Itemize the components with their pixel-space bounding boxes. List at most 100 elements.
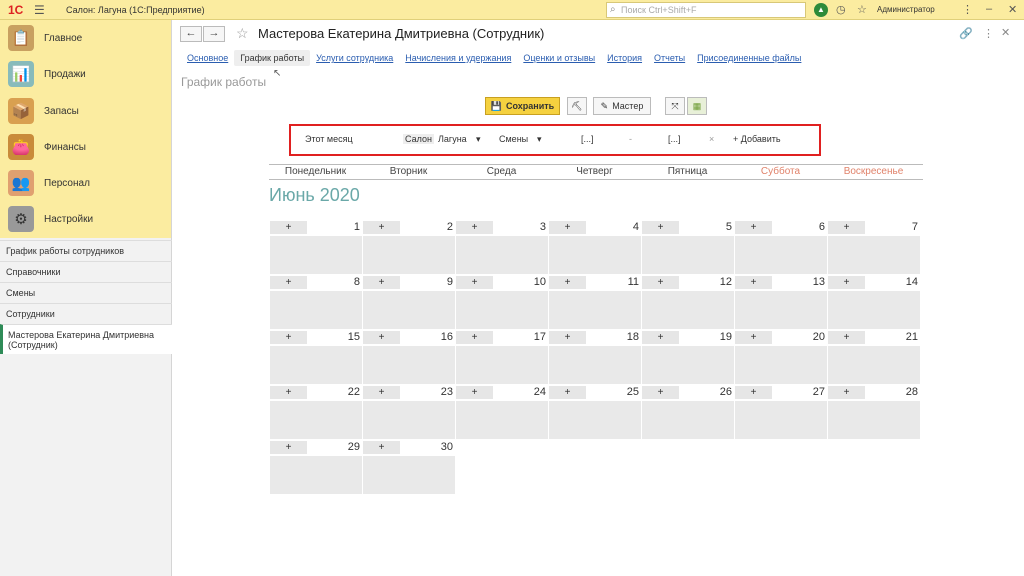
day-cell[interactable]: +10 — [456, 276, 548, 329]
current-user[interactable]: Администратор — [877, 5, 935, 14]
add-shift-button[interactable]: + — [270, 386, 307, 399]
day-cell[interactable]: +9 — [363, 276, 455, 329]
day-shift-area[interactable] — [549, 346, 641, 384]
day-shift-area[interactable] — [549, 291, 641, 329]
day-cell[interactable]: +14 — [828, 276, 920, 329]
day-cell[interactable]: +21 — [828, 331, 920, 384]
nav-finance[interactable]: 👛 Финансы — [8, 133, 168, 161]
nav-stock[interactable]: 📦 Запасы — [8, 97, 168, 125]
close-icon[interactable]: ✕ — [1008, 3, 1017, 16]
shifts-filter[interactable]: Смены — [499, 134, 528, 144]
date-to[interactable]: [...] — [668, 134, 681, 144]
day-shift-area[interactable] — [363, 456, 455, 494]
nav-sales[interactable]: 📊 Продажи — [8, 60, 168, 88]
add-shift-button[interactable]: + — [549, 221, 586, 234]
add-shift-button[interactable]: + — [642, 221, 679, 234]
day-cell[interactable]: +18 — [549, 331, 641, 384]
day-shift-area[interactable] — [735, 236, 827, 274]
day-cell[interactable]: +22 — [270, 386, 362, 439]
more-icon[interactable]: ⋮ — [962, 3, 973, 16]
link-staff-schedule[interactable]: График работы сотрудников — [0, 240, 172, 261]
history-icon[interactable]: ◷ — [836, 3, 846, 16]
add-shift-button[interactable]: + — [642, 276, 679, 289]
salon-filter-value[interactable]: Лагуна — [438, 134, 467, 144]
day-shift-area[interactable] — [642, 291, 734, 329]
add-shift-button[interactable]: + — [270, 276, 307, 289]
link-icon[interactable]: 🔗 — [959, 27, 973, 40]
day-shift-area[interactable] — [270, 401, 362, 439]
minimize-icon[interactable]: – — [986, 3, 992, 15]
forward-button[interactable]: → — [203, 26, 225, 42]
day-cell[interactable]: +24 — [456, 386, 548, 439]
close-form-icon[interactable]: ✕ — [1001, 26, 1010, 39]
add-shift-button[interactable]: + — [456, 386, 493, 399]
day-shift-area[interactable] — [735, 401, 827, 439]
add-shift-button[interactable]: + — [549, 276, 586, 289]
day-shift-area[interactable] — [642, 401, 734, 439]
grid-view-button[interactable]: ▦ — [687, 97, 707, 115]
day-shift-area[interactable] — [456, 346, 548, 384]
day-shift-area[interactable] — [270, 456, 362, 494]
day-shift-area[interactable] — [828, 401, 920, 439]
add-shift-button[interactable]: + — [363, 221, 400, 234]
add-shift-button[interactable]: + — [828, 331, 865, 344]
day-cell[interactable]: +5 — [642, 221, 734, 274]
day-cell[interactable]: +28 — [828, 386, 920, 439]
link-current-employee[interactable]: Мастерова Екатерина Дмитриевна (Сотрудни… — [0, 324, 172, 354]
tab-main[interactable]: Основное — [181, 50, 234, 66]
add-shift-button[interactable]: + — [642, 331, 679, 344]
tab-reviews[interactable]: Оценки и отзывы — [517, 50, 601, 66]
day-cell[interactable]: +15 — [270, 331, 362, 384]
add-shift-button[interactable]: + — [735, 386, 772, 399]
day-shift-area[interactable] — [735, 346, 827, 384]
day-shift-area[interactable] — [828, 346, 920, 384]
day-shift-area[interactable] — [549, 401, 641, 439]
favorite-star-icon[interactable]: ☆ — [236, 25, 249, 42]
link-directories[interactable]: Справочники — [0, 261, 172, 282]
day-shift-area[interactable] — [828, 291, 920, 329]
back-button[interactable]: ← — [180, 26, 202, 42]
tab-accruals[interactable]: Начисления и удержания — [399, 50, 517, 66]
menu-icon[interactable]: ☰ — [34, 3, 50, 17]
nav-staff[interactable]: 👥 Персонал — [8, 169, 168, 197]
add-shift-button[interactable]: + — [456, 221, 493, 234]
day-cell[interactable]: +11 — [549, 276, 641, 329]
add-shift-button[interactable]: + — [735, 221, 772, 234]
nav-main[interactable]: 📋 Главное — [8, 24, 168, 52]
tab-history[interactable]: История — [601, 50, 648, 66]
day-cell[interactable]: +8 — [270, 276, 362, 329]
day-cell[interactable]: +26 — [642, 386, 734, 439]
day-cell[interactable]: +3 — [456, 221, 548, 274]
clear-icon[interactable]: × — [709, 134, 714, 144]
day-shift-area[interactable] — [363, 291, 455, 329]
add-shift-button[interactable]: + — [363, 331, 400, 344]
expand-button[interactable]: ⤧ — [665, 97, 685, 115]
day-cell[interactable]: +27 — [735, 386, 827, 439]
link-shifts[interactable]: Смены — [0, 282, 172, 303]
add-shift-button[interactable]: + — [735, 331, 772, 344]
add-shift-button[interactable]: + — [270, 221, 307, 234]
day-shift-area[interactable] — [456, 401, 548, 439]
day-shift-area[interactable] — [270, 346, 362, 384]
day-cell[interactable]: +1 — [270, 221, 362, 274]
fill-button[interactable]: ⛏ — [567, 97, 587, 115]
master-button[interactable]: ✎ Мастер — [593, 97, 651, 115]
more-actions-icon[interactable]: ⋮ — [983, 27, 994, 40]
day-shift-area[interactable] — [642, 236, 734, 274]
add-shift-button[interactable]: + — [270, 331, 307, 344]
day-cell[interactable]: +23 — [363, 386, 455, 439]
day-shift-area[interactable] — [828, 236, 920, 274]
day-cell[interactable]: +7 — [828, 221, 920, 274]
tab-services[interactable]: Услуги сотрудника — [310, 50, 399, 66]
add-button[interactable]: + Добавить — [733, 134, 781, 144]
day-cell[interactable]: +12 — [642, 276, 734, 329]
day-shift-area[interactable] — [363, 346, 455, 384]
add-shift-button[interactable]: + — [456, 331, 493, 344]
day-shift-area[interactable] — [363, 401, 455, 439]
search-input[interactable]: ⌕ Поиск Ctrl+Shift+F — [606, 2, 806, 18]
day-cell[interactable]: +6 — [735, 221, 827, 274]
day-cell[interactable]: +29 — [270, 441, 362, 494]
day-shift-area[interactable] — [456, 291, 548, 329]
day-shift-area[interactable] — [270, 236, 362, 274]
add-shift-button[interactable]: + — [549, 386, 586, 399]
